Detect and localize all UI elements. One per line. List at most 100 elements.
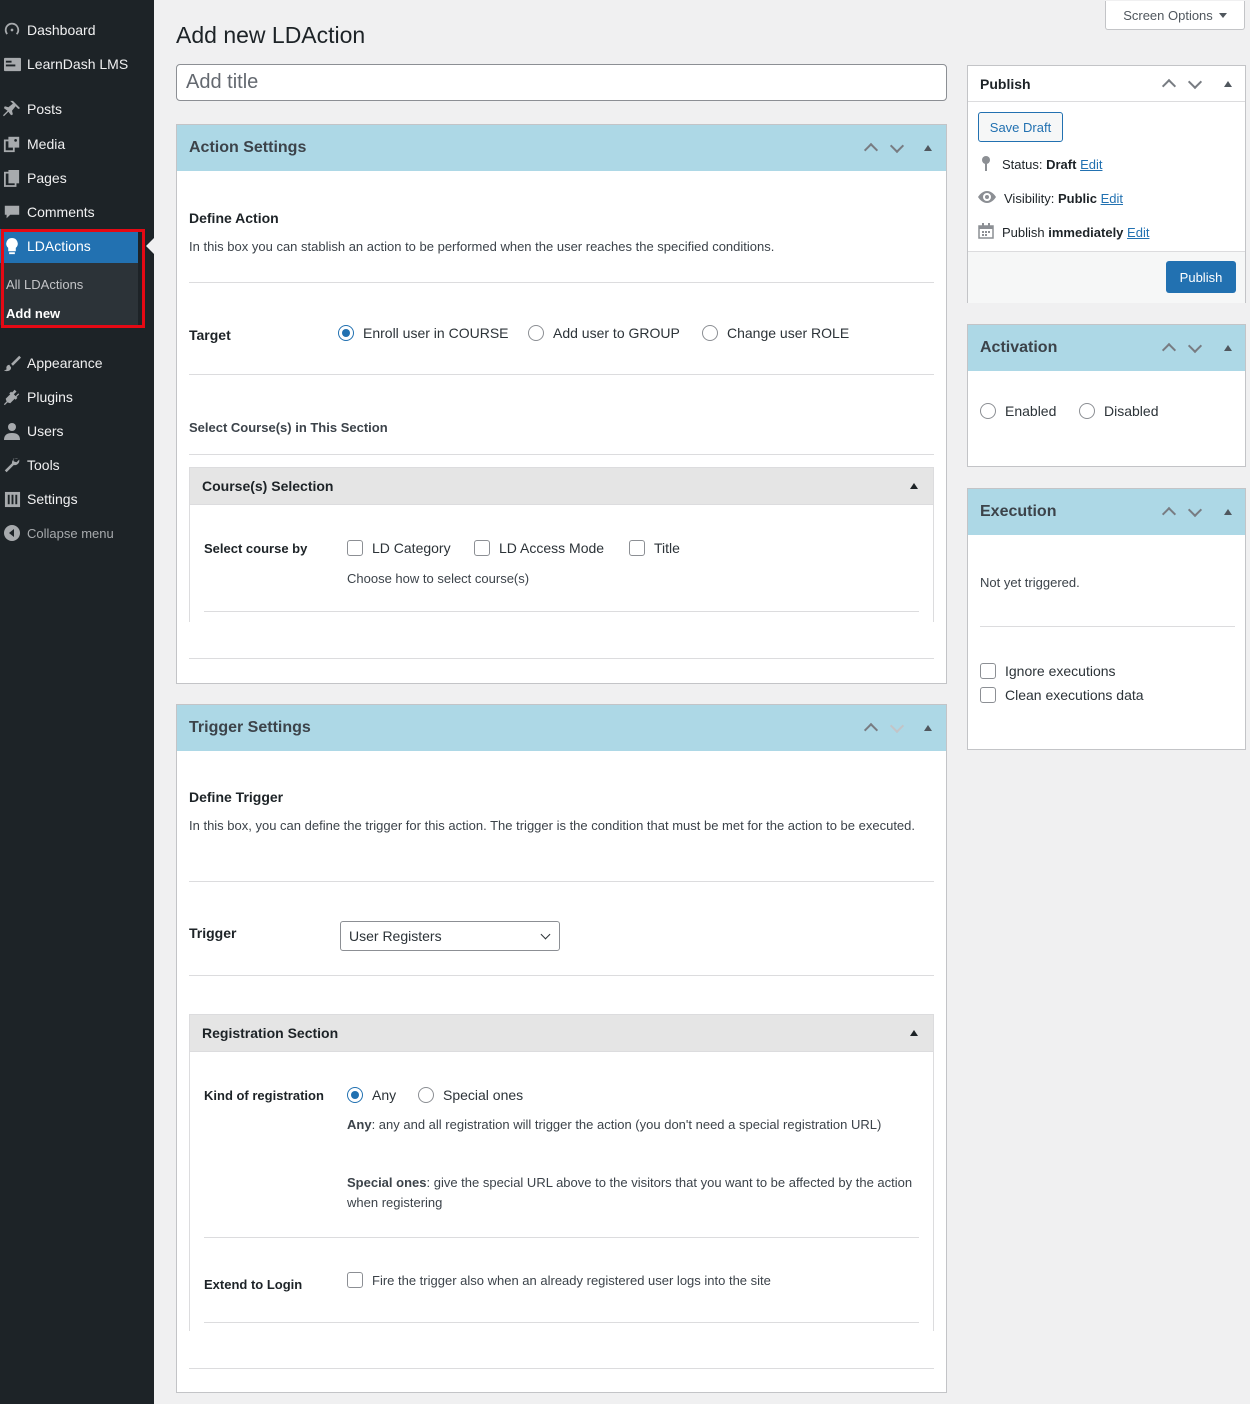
screen-options-button[interactable]: Screen Options xyxy=(1105,1,1245,30)
select-by-title[interactable]: Title xyxy=(629,540,680,556)
highlight-annotation-box xyxy=(1,229,145,328)
chevron-down-icon xyxy=(540,929,551,940)
checkbox[interactable] xyxy=(347,1272,363,1288)
move-up-button[interactable] xyxy=(1161,489,1177,535)
activation-header[interactable]: Activation xyxy=(968,325,1245,371)
move-down-button[interactable] xyxy=(1187,489,1203,535)
menu-item-users[interactable]: Users xyxy=(0,414,154,448)
menu-item-dashboard[interactable]: Dashboard xyxy=(0,13,154,47)
menu-label: Appearance xyxy=(27,355,103,371)
checkbox[interactable] xyxy=(347,540,363,556)
move-up-button[interactable] xyxy=(863,125,879,171)
action-settings-header[interactable]: Action Settings xyxy=(177,125,946,171)
triangle-up-icon[interactable] xyxy=(910,483,918,489)
activation-disabled[interactable]: Disabled xyxy=(1079,403,1158,419)
option-label: Disabled xyxy=(1104,403,1159,419)
activation-enabled[interactable]: Enabled xyxy=(980,403,1056,419)
edit-visibility-link[interactable]: Edit xyxy=(1101,191,1123,206)
divider xyxy=(204,1237,919,1238)
radio-button[interactable] xyxy=(528,325,544,341)
box-title: Trigger Settings xyxy=(189,719,311,736)
chevron-down-icon xyxy=(1187,338,1203,354)
menu-item-learndash[interactable]: LearnDash LMS xyxy=(0,47,154,81)
menu-label: Collapse menu xyxy=(27,525,114,541)
execution-header[interactable]: Execution xyxy=(968,489,1245,535)
radio-button[interactable] xyxy=(338,325,354,341)
move-up-button[interactable] xyxy=(863,705,879,751)
radio-button[interactable] xyxy=(980,403,996,419)
option-label: Change user ROLE xyxy=(727,325,850,341)
toggle-panel-button[interactable] xyxy=(924,705,932,751)
select-by-label: Select course by xyxy=(204,541,308,556)
brush-icon xyxy=(0,354,27,372)
define-trigger-title: Define Trigger xyxy=(189,789,284,805)
move-up-button[interactable] xyxy=(1161,66,1177,102)
menu-item-tools[interactable]: Tools xyxy=(0,448,154,482)
box-title: Action Settings xyxy=(189,139,307,156)
kind-option-any[interactable]: Any xyxy=(347,1087,396,1103)
trigger-settings-box: Trigger Settings Define Trigger In this … xyxy=(176,704,947,1393)
ignore-executions-option[interactable]: Ignore executions xyxy=(980,663,1116,679)
move-down-button[interactable] xyxy=(889,125,905,171)
wrench-icon xyxy=(0,456,27,474)
move-up-button[interactable] xyxy=(1161,325,1177,371)
triangle-up-icon[interactable] xyxy=(910,1030,918,1036)
extend-to-login-option[interactable]: Fire the trigger also when an already re… xyxy=(347,1272,771,1288)
edit-status-link[interactable]: Edit xyxy=(1080,157,1102,172)
course-selection-header[interactable]: Course(s) Selection xyxy=(190,468,933,505)
collapse-menu-button[interactable]: Collapse menu xyxy=(0,516,154,550)
divider xyxy=(204,611,919,612)
toggle-panel-button[interactable] xyxy=(1224,66,1232,102)
menu-item-pages[interactable]: Pages xyxy=(0,161,154,195)
menu-item-comments[interactable]: Comments xyxy=(0,195,154,229)
menu-item-posts[interactable]: Posts xyxy=(0,92,154,126)
radio-button[interactable] xyxy=(702,325,718,341)
menu-label: Tools xyxy=(27,457,60,473)
toggle-panel-button[interactable] xyxy=(924,125,932,171)
checkbox[interactable] xyxy=(980,663,996,679)
toggle-panel-button[interactable] xyxy=(1224,325,1232,371)
target-option-course[interactable]: Enroll user in COURSE xyxy=(338,325,509,341)
option-label: Clean executions data xyxy=(1005,687,1144,703)
menu-item-settings[interactable]: Settings xyxy=(0,482,154,516)
publish-button[interactable]: Publish xyxy=(1166,261,1236,293)
toggle-panel-button[interactable] xyxy=(1224,489,1232,535)
radio-button[interactable] xyxy=(1079,403,1095,419)
clean-executions-option[interactable]: Clean executions data xyxy=(980,687,1144,703)
checkbox[interactable] xyxy=(474,540,490,556)
menu-item-plugins[interactable]: Plugins xyxy=(0,380,154,414)
move-down-button[interactable] xyxy=(1187,325,1203,371)
checkbox[interactable] xyxy=(980,687,996,703)
menu-label: Dashboard xyxy=(27,22,96,38)
learndash-icon xyxy=(0,56,27,73)
divider xyxy=(980,626,1235,627)
move-down-button[interactable] xyxy=(889,705,905,751)
divider xyxy=(189,454,934,455)
triangle-up-icon xyxy=(924,145,932,151)
triangle-up-icon xyxy=(1224,509,1232,515)
post-title-input[interactable] xyxy=(176,64,947,101)
move-down-button[interactable] xyxy=(1187,66,1203,102)
option-label: LD Category xyxy=(372,540,451,556)
trigger-settings-header[interactable]: Trigger Settings xyxy=(177,705,946,751)
edit-publish-date-link[interactable]: Edit xyxy=(1127,225,1149,240)
menu-label: Comments xyxy=(27,204,95,220)
checkbox[interactable] xyxy=(629,540,645,556)
menu-item-appearance[interactable]: Appearance xyxy=(0,346,154,380)
option-label: Add user to GROUP xyxy=(553,325,680,341)
publish-header[interactable]: Publish xyxy=(968,66,1245,102)
save-draft-button[interactable]: Save Draft xyxy=(978,112,1063,142)
target-option-role[interactable]: Change user ROLE xyxy=(702,325,849,341)
target-option-group[interactable]: Add user to GROUP xyxy=(528,325,680,341)
select-by-ld-category[interactable]: LD Category xyxy=(347,540,451,556)
radio-button[interactable] xyxy=(347,1087,363,1103)
radio-button[interactable] xyxy=(418,1087,434,1103)
page-title: Add new LDAction xyxy=(176,22,366,48)
trigger-select[interactable]: User Registers xyxy=(340,921,560,951)
menu-item-media[interactable]: Media xyxy=(0,127,154,161)
kind-option-special[interactable]: Special ones xyxy=(418,1087,523,1103)
registration-section-header[interactable]: Registration Section xyxy=(190,1015,933,1052)
select-by-help: Choose how to select course(s) xyxy=(347,571,530,586)
select-by-access-mode[interactable]: LD Access Mode xyxy=(474,540,604,556)
option-label: Enabled xyxy=(1005,403,1057,419)
